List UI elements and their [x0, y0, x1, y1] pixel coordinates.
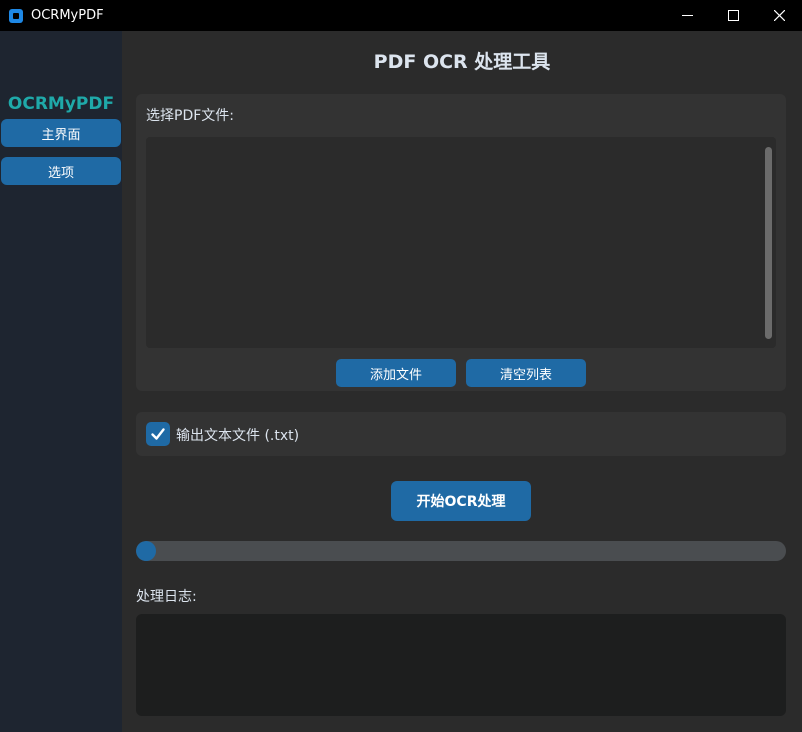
minimize-icon — [681, 15, 693, 16]
maximize-icon — [727, 10, 739, 21]
file-selection-frame: 选择PDF文件: 添加文件 清空列表 — [136, 94, 786, 391]
window-controls — [664, 0, 802, 31]
maximize-button[interactable] — [710, 0, 756, 31]
file-list[interactable] — [146, 137, 776, 348]
log-textbox[interactable] — [136, 614, 786, 716]
sidebar-item-main[interactable]: 主界面 — [1, 119, 121, 147]
main-panel: PDF OCR 处理工具 选择PDF文件: 添加文件 清空列表 输出文本文件 (… — [122, 31, 802, 732]
sidebar-item-options[interactable]: 选项 — [1, 157, 121, 185]
window-title: OCRMyPDF — [31, 8, 104, 23]
file-selection-label: 选择PDF文件: — [146, 108, 234, 124]
close-button[interactable] — [756, 0, 802, 31]
progress-bar — [136, 541, 786, 561]
minimize-button[interactable] — [664, 0, 710, 31]
output-txt-checkbox[interactable] — [146, 422, 170, 446]
sidebar: OCRMyPDF 主界面 选项 — [0, 31, 122, 732]
start-ocr-button[interactable]: 开始OCR处理 — [391, 481, 531, 521]
output-options-frame: 输出文本文件 (.txt) — [136, 412, 786, 456]
checkmark-icon — [151, 428, 165, 440]
sidebar-logo: OCRMyPDF — [7, 94, 115, 114]
output-txt-label[interactable]: 输出文本文件 (.txt) — [176, 425, 299, 445]
progress-fill — [136, 541, 156, 561]
close-icon — [773, 10, 785, 21]
clear-list-button[interactable]: 清空列表 — [466, 359, 586, 387]
add-files-button[interactable]: 添加文件 — [336, 359, 456, 387]
file-list-scrollbar[interactable] — [765, 147, 772, 339]
app-icon — [9, 8, 23, 23]
log-label: 处理日志: — [136, 589, 197, 605]
title-bar: OCRMyPDF — [0, 0, 802, 31]
page-title: PDF OCR 处理工具 — [373, 51, 551, 73]
